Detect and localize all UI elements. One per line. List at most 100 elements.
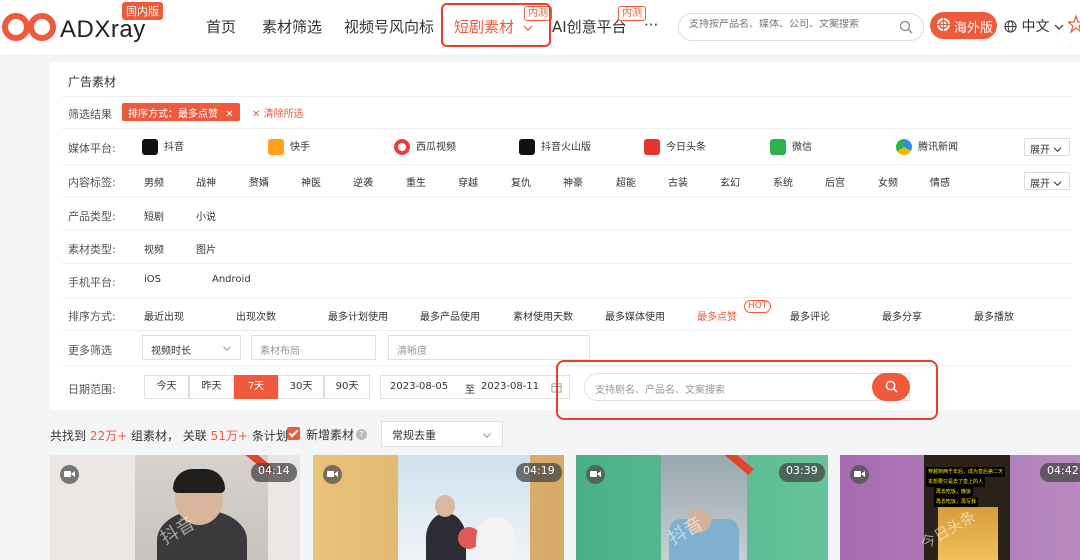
tag-option[interactable]: 赘婿 [249, 174, 269, 189]
logo-badge: 国内版 [122, 2, 163, 20]
phone-option-android[interactable]: Android [212, 274, 251, 285]
tag-option[interactable]: 女频 [878, 174, 898, 189]
nav-material-filter[interactable]: 素材筛选 [262, 16, 322, 37]
internal-test-tag: 内测 [618, 6, 646, 21]
clarity-select-placeholder: 清晰度 [397, 346, 427, 357]
duration-select[interactable]: 视频时长 [142, 335, 241, 360]
tag-option[interactable]: 情感 [930, 174, 950, 189]
sort-option[interactable]: 最多播放 [974, 308, 1014, 323]
language-label: 中文 [1021, 19, 1050, 35]
date-90days-button[interactable]: 90天 [324, 375, 370, 399]
language-switcher[interactable]: 中文 [1004, 16, 1064, 36]
material-card[interactable]: 04:19 [313, 455, 564, 560]
active-filter-chip-label: 排序方式：最多点赞 [128, 109, 218, 120]
sort-option[interactable]: 出现次数 [236, 308, 276, 323]
platform-douyin-huoshan[interactable]: 抖音火山版 [519, 138, 591, 155]
tag-option[interactable]: 穿越 [458, 174, 478, 189]
global-search[interactable] [678, 13, 924, 41]
material-card[interactable]: 抖音 03:39 [576, 455, 828, 560]
video-icon [60, 465, 79, 484]
date-30days-button[interactable]: 30天 [278, 375, 324, 399]
platform-kuaishou[interactable]: 快手 [268, 138, 310, 155]
date-7days-button[interactable]: 7天 [234, 375, 278, 399]
platform-wechat[interactable]: 微信 [770, 138, 812, 155]
tag-option[interactable]: 男频 [144, 174, 164, 189]
expand-media-button[interactable]: 展开 [1024, 138, 1070, 156]
sort-option[interactable]: 素材使用天数 [513, 308, 573, 323]
sort-option-active[interactable]: 最多点赞 [697, 308, 737, 323]
help-icon[interactable]: ? [356, 429, 367, 440]
hot-badge: HOT [744, 300, 772, 313]
sort-option[interactable]: 最多分享 [882, 308, 922, 323]
product-type-option[interactable]: 小说 [196, 208, 216, 223]
date-end: 2023-08-11 [481, 381, 540, 392]
sort-option[interactable]: 最多产品使用 [420, 308, 480, 323]
sort-option[interactable]: 最多评论 [790, 308, 830, 323]
dedup-select[interactable]: 常规去重 [381, 421, 503, 447]
result-suffix: 条计划 [251, 429, 288, 443]
toutiao-icon [644, 139, 660, 155]
new-material-checkbox[interactable] [287, 427, 300, 440]
douyin-huoshan-icon [519, 139, 535, 155]
material-card[interactable]: 穿越到两千年后，成为皇后第二天 本想要只是去了皇上的人 再去吃饭，晚饭 再去吃饭… [840, 455, 1080, 560]
platform-douyin-label: 抖音 [164, 142, 184, 153]
tag-option[interactable]: 玄幻 [720, 174, 740, 189]
tag-option[interactable]: 系统 [773, 174, 793, 189]
card-thumbnail: 抖音 [135, 455, 275, 560]
clear-filters-button[interactable]: ✕ 清除所选 [252, 105, 304, 120]
star-icon[interactable] [1068, 14, 1080, 34]
tag-option[interactable]: 战神 [196, 174, 216, 189]
sort-option[interactable]: 最近出现 [144, 308, 184, 323]
material-card[interactable]: 抖音 04:14 [50, 455, 300, 560]
nav-more[interactable]: ··· [644, 16, 658, 34]
sort-option[interactable]: 最多媒体使用 [605, 308, 665, 323]
clarity-select[interactable]: 清晰度 [388, 335, 590, 360]
search-icon[interactable] [899, 20, 913, 34]
divider [62, 96, 1072, 97]
date-today-button[interactable]: 今天 [144, 375, 189, 399]
platform-tencent-news-label: 腾讯新闻 [918, 142, 958, 153]
close-icon[interactable]: ✕ [225, 109, 233, 120]
video-icon [323, 465, 342, 484]
date-range-label: 日期范围: [68, 383, 116, 396]
divider [62, 263, 1072, 264]
card-thumbnail: 穿越到两千年后，成为皇后第二天 本想要只是去了皇上的人 再去吃饭，晚饭 再去吃饭… [918, 455, 1010, 560]
date-range-picker[interactable]: 2023-08-05 至 2023-08-11 [380, 375, 570, 399]
chevron-down-icon [1054, 24, 1064, 30]
global-search-input[interactable] [689, 19, 889, 30]
phone-option-ios[interactable]: iOS [144, 274, 161, 285]
material-type-option[interactable]: 视频 [144, 241, 164, 256]
tag-option[interactable]: 古装 [668, 174, 688, 189]
nav-channels-trend[interactable]: 视频号风向标 [344, 16, 434, 37]
tag-option[interactable]: 后宫 [825, 174, 845, 189]
logo-mark-icon [2, 13, 56, 41]
tag-option[interactable]: 超能 [616, 174, 636, 189]
product-type-label: 产品类型: [68, 210, 116, 223]
active-filter-chip[interactable]: 排序方式：最多点赞 ✕ [122, 103, 240, 121]
date-yesterday-button[interactable]: 昨天 [189, 375, 234, 399]
tag-option[interactable]: 神医 [301, 174, 321, 189]
globe-icon [1004, 20, 1017, 33]
overseas-version-button[interactable]: 海外版 [930, 12, 997, 39]
video-duration: 04:14 [251, 463, 297, 482]
nav-home[interactable]: 首页 [206, 16, 236, 37]
sort-option[interactable]: 最多计划使用 [328, 308, 388, 323]
tag-option[interactable]: 神豪 [563, 174, 583, 189]
platform-douyin[interactable]: 抖音 [142, 138, 184, 155]
material-type-option[interactable]: 图片 [196, 241, 216, 256]
expand-label: 展开 [1030, 145, 1050, 156]
platform-tencent-news[interactable]: 腾讯新闻 [896, 138, 958, 155]
tag-option[interactable]: 逆袭 [353, 174, 373, 189]
more-filters-label: 更多筛选 [68, 344, 112, 357]
tag-option[interactable]: 重生 [406, 174, 426, 189]
divider [62, 196, 1072, 197]
wechat-icon [770, 139, 786, 155]
logo-text: ADXray [60, 16, 146, 43]
platform-xigua[interactable]: 西瓜视频 [394, 138, 456, 155]
product-type-option[interactable]: 短剧 [144, 208, 164, 223]
expand-tags-button[interactable]: 展开 [1024, 172, 1070, 190]
layout-select[interactable]: 素材布局 [251, 335, 376, 360]
platform-toutiao[interactable]: 今日头条 [644, 138, 706, 155]
tag-option[interactable]: 复仇 [511, 174, 531, 189]
nav-ai-creative[interactable]: AI创意平台 [552, 16, 627, 37]
